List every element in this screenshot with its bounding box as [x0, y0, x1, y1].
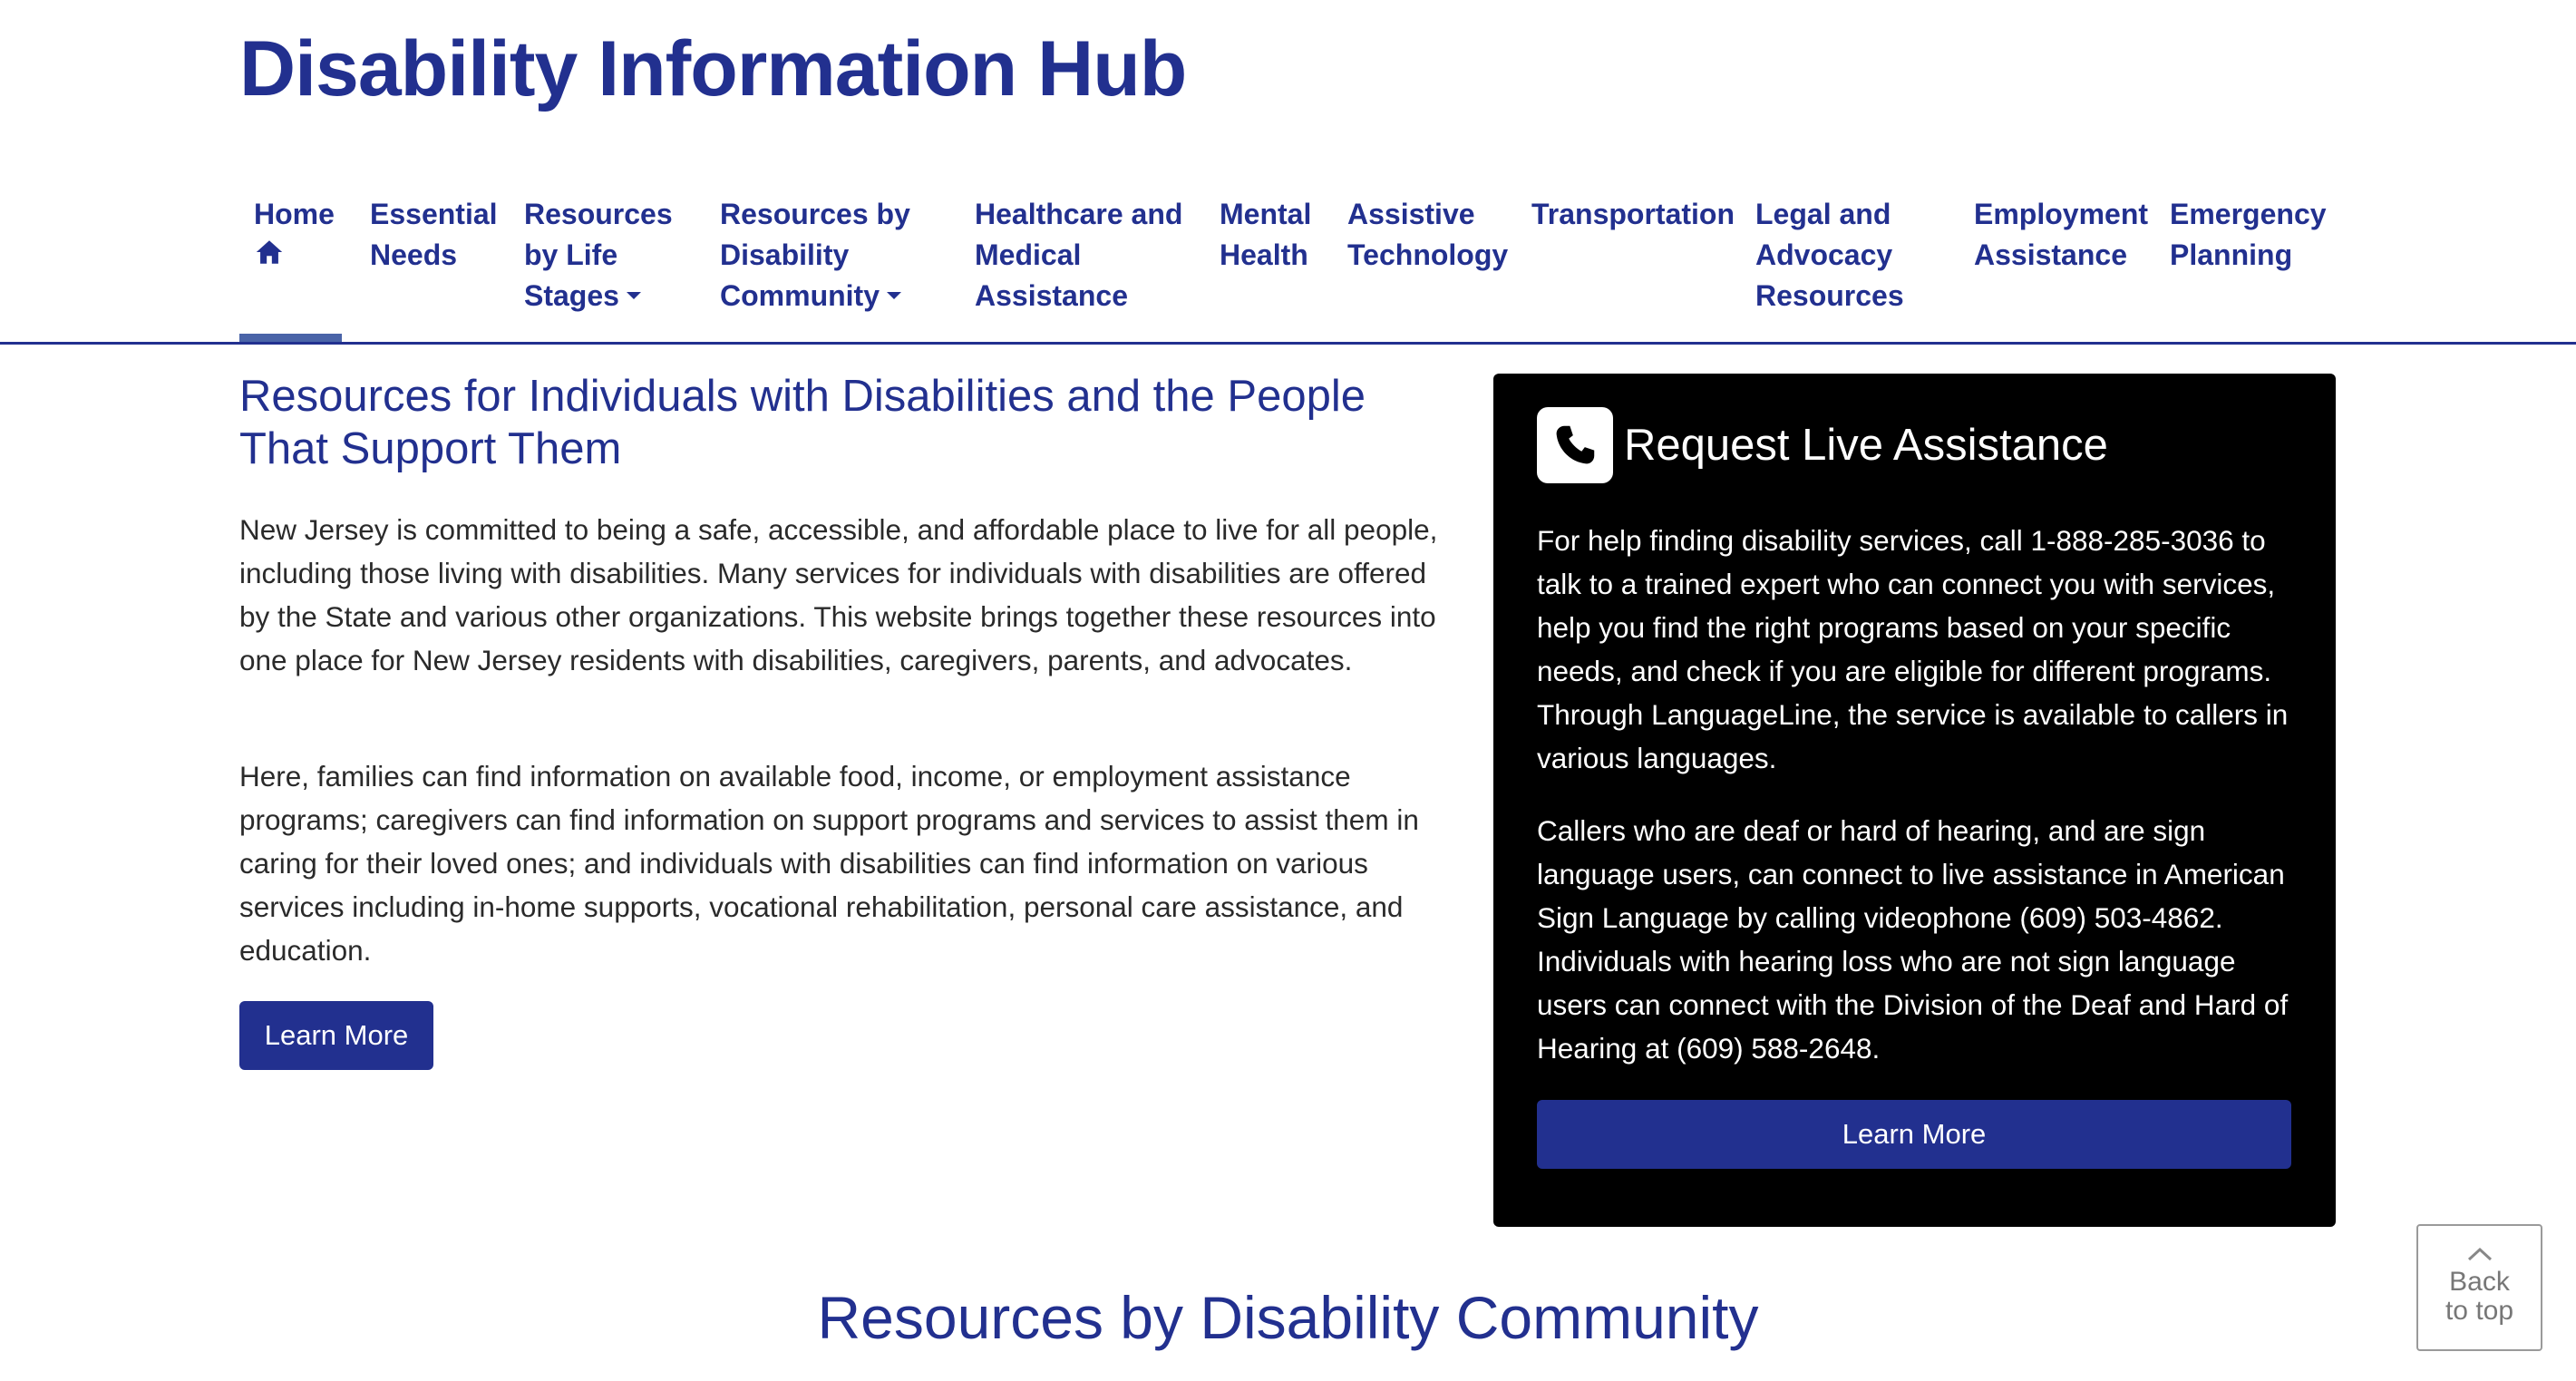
phone-icon — [1556, 425, 1595, 464]
learn-more-button[interactable]: Learn More — [239, 1001, 433, 1070]
nav-item-label: Legal and Advocacy Resources — [1755, 198, 1904, 312]
nav-item-healthcare[interactable]: Healthcare and Medical Assistance — [975, 194, 1197, 316]
assistance-learn-more-button[interactable]: Learn More — [1537, 1100, 2291, 1169]
nav-item-label: Resources by Life Stages — [524, 198, 673, 312]
nav-item-essential-needs[interactable]: Essential Needs — [370, 194, 506, 276]
nav-item-label: Home — [254, 198, 335, 230]
families-paragraph: Here, families can find information on a… — [239, 760, 1419, 967]
nav-item-employment[interactable]: Employment Assistance — [1974, 194, 2148, 276]
caret-down-icon — [626, 291, 641, 299]
nav-item-label: Assistive Technology — [1347, 198, 1509, 271]
nav-item-label: Transportation — [1531, 198, 1735, 230]
back-to-top-button[interactable]: Back to top — [2416, 1224, 2542, 1351]
assistance-title: Request Live Assistance — [1624, 421, 2108, 470]
assistance-phone-paragraph: For help finding disability services, ca… — [1537, 524, 2289, 774]
nav-item-mental-health[interactable]: Mental Health — [1220, 194, 1319, 276]
nav-item-label: Resources by Disability Community — [720, 198, 910, 312]
nav-item-life-stages[interactable]: Resources by Life Stages — [524, 194, 673, 316]
nav-item-assistive-technology[interactable]: Assistive Technology — [1347, 194, 1520, 276]
nav-item-legal-advocacy[interactable]: Legal and Advocacy Resources — [1755, 194, 1904, 316]
site-title[interactable]: Disability Information Hub — [239, 24, 1187, 114]
nav-item-label: Employment Assistance — [1974, 198, 2149, 271]
nav-item-home[interactable]: Home — [254, 194, 354, 267]
nav-item-emergency-planning[interactable]: Emergency Planning — [2170, 194, 2327, 276]
phone-icon-box — [1537, 407, 1613, 483]
nav-item-disability-community[interactable]: Resources by Disability Community — [720, 194, 928, 316]
home-icon — [256, 240, 283, 264]
nav-item-label: Emergency Planning — [2170, 198, 2327, 271]
nav-item-transportation[interactable]: Transportation — [1531, 194, 1735, 235]
intro-paragraph: New Jersey is committed to being a safe,… — [239, 513, 1438, 676]
nav-item-label: Mental Health — [1220, 198, 1312, 271]
assistance-asl-paragraph: Callers who are deaf or hard of hearing,… — [1537, 814, 2289, 1065]
caret-down-icon — [887, 291, 901, 299]
back-to-top-label: Back to top — [2445, 1267, 2514, 1326]
live-assistance-card: Request Live Assistance For help finding… — [1493, 374, 2336, 1227]
nav-item-label: Essential Needs — [370, 198, 498, 271]
nav-divider — [0, 342, 2576, 345]
chevron-up-icon — [2467, 1247, 2492, 1261]
section-heading: Resources by Disability Community — [817, 1284, 1759, 1351]
nav-item-label: Healthcare and Medical Assistance — [975, 198, 1183, 312]
page-heading: Resources for Individuals with Disabilit… — [239, 372, 1366, 473]
